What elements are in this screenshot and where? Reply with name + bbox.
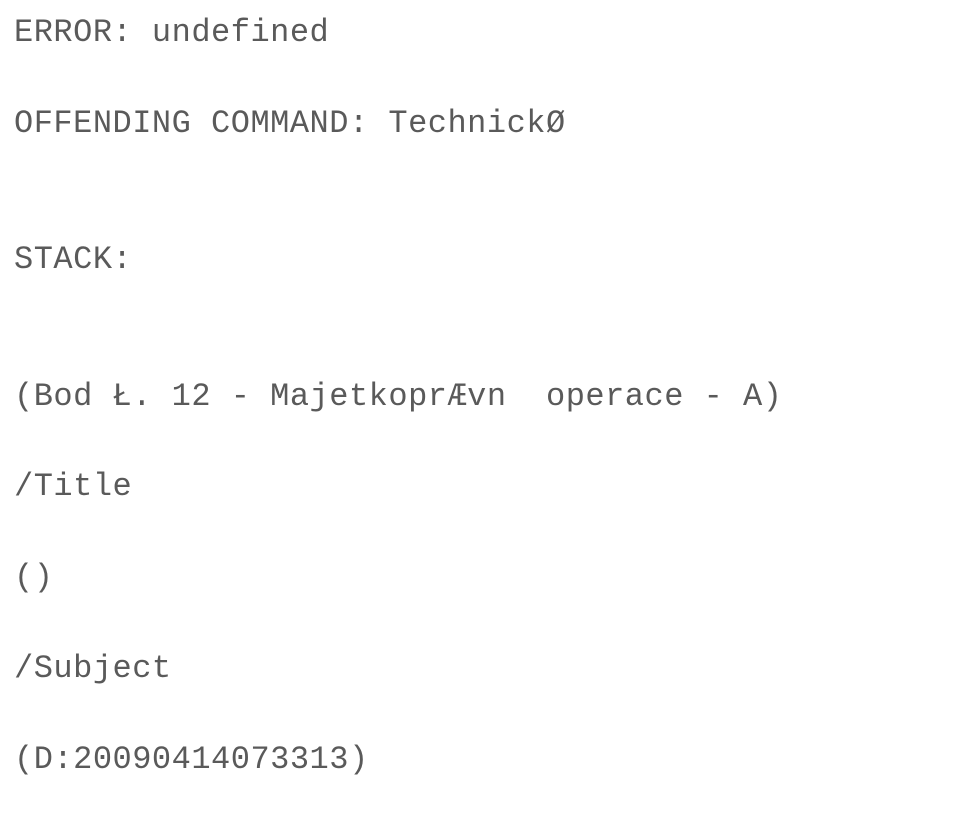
line-title-key: /Title: [14, 464, 946, 509]
line-stack-string: (Bod Ł. 12 - MajetkoprÆvn operace - A): [14, 374, 946, 419]
line-title-value: (): [14, 555, 946, 600]
postscript-error-dump: ERROR: undefined OFFENDING COMMAND: Tech…: [0, 0, 960, 817]
line-error: ERROR: undefined: [14, 10, 946, 55]
line-offending-command: OFFENDING COMMAND: TechnickØ: [14, 101, 946, 146]
line-moddate-value: (D:20090414073313): [14, 737, 946, 782]
line-subject-key: /Subject: [14, 646, 946, 691]
line-stack-header: STACK:: [14, 237, 946, 282]
